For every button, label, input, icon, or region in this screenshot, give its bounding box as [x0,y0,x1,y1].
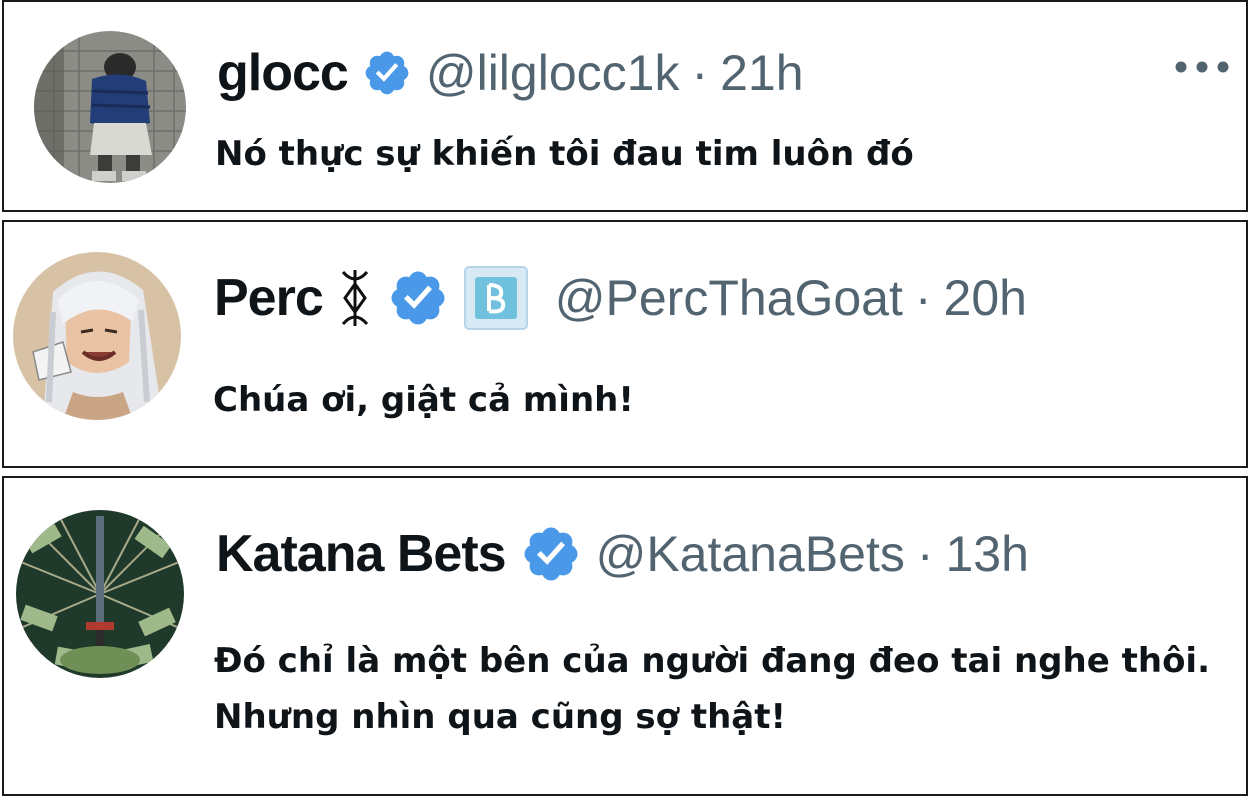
separator-dot: · [916,526,934,582]
tweet-text: Chúa ơi, giật cả mình! [213,380,634,420]
user-handle[interactable]: @lilglocc1k [426,44,680,102]
brand-of-sacrifice-icon [337,266,373,330]
tweet-card-perc[interactable]: Perc @PercThaGoat · 20h Chúa ơi, giật cả… [2,220,1248,468]
tweet-card-katana-bets[interactable]: Katana Bets @KatanaBets · 13h Đó chỉ là … [2,476,1248,796]
user-handle[interactable]: @PercThaGoat [555,269,903,327]
tweet-header: glocc @lilglocc1k · 21h [217,38,804,108]
affiliate-badge-icon[interactable] [463,265,529,331]
avatar-katana-and-money [16,510,184,678]
tweet-text-line: Đó chỉ là một bên của người đang đeo tai… [214,641,1210,681]
avatar[interactable] [34,31,186,183]
tweet-card-glocc[interactable]: glocc @lilglocc1k · 21h Nó thực sự khiến… [2,0,1248,212]
tweet-text: Đó chỉ là một bên của người đang đeo tai… [214,633,1244,745]
separator-dot: · [691,45,709,101]
tweet-text: Nó thực sự khiến tôi đau tim luôn đó [215,134,914,174]
avatar-person-in-puffer-jacket [34,31,186,183]
display-name[interactable]: Perc [214,268,324,328]
more-options-icon[interactable] [1174,60,1230,74]
timestamp[interactable]: 13h [946,525,1029,583]
avatar-anime-white-haired-character [13,252,181,420]
display-name[interactable]: glocc [217,43,349,103]
verified-badge-icon[interactable] [387,267,449,329]
user-handle[interactable]: @KatanaBets [596,525,905,583]
timestamp[interactable]: 20h [944,269,1027,327]
timestamp[interactable]: 21h [720,44,803,102]
avatar[interactable] [16,510,184,678]
separator-dot: · [914,270,932,326]
avatar[interactable] [13,252,181,420]
verified-badge-icon[interactable] [520,523,582,585]
verified-badge-icon[interactable] [362,48,412,98]
display-name[interactable]: Katana Bets [216,524,507,584]
tweet-header: Perc @PercThaGoat · 20h [214,262,1027,334]
tweet-text-line: Nhưng nhìn qua cũng sợ thật! [214,697,787,737]
tweet-header: Katana Bets @KatanaBets · 13h [216,518,1029,590]
